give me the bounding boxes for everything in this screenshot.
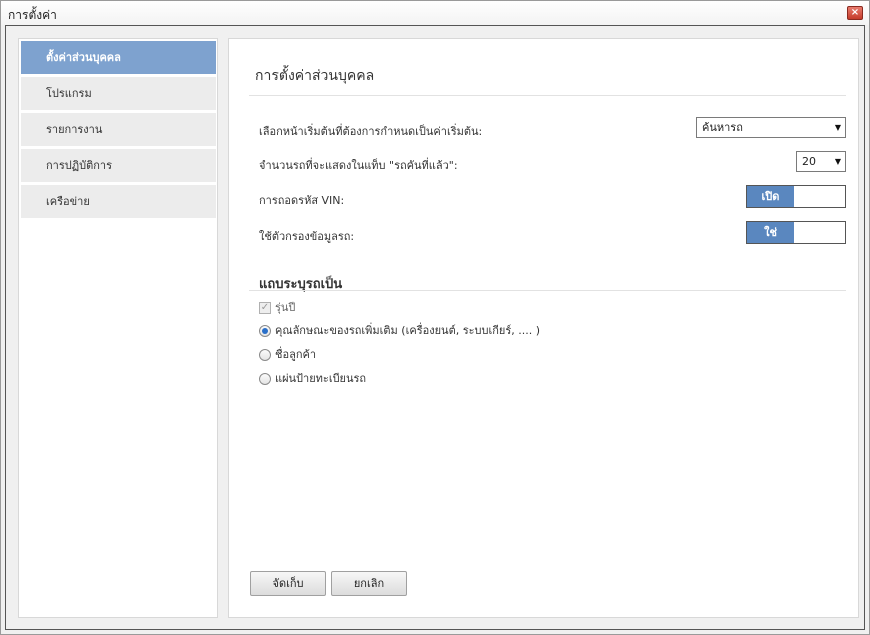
page-title: การตั้งค่าส่วนบุคคล bbox=[255, 68, 375, 84]
chevron-down-icon: ▼ bbox=[834, 123, 841, 132]
history-count-label: จำนวนรถที่จะแสดงในแท็บ "รถคันที่แล้ว": bbox=[259, 159, 458, 172]
toggle-state: ใช่ bbox=[747, 222, 794, 243]
sidebar-item-network[interactable]: เครือข่าย bbox=[21, 185, 216, 218]
vehicle-filter-label: ใช้ตัวกรองข้อมูลรถ: bbox=[259, 230, 355, 243]
toggle-state: เปิด bbox=[747, 186, 794, 207]
chevron-down-icon: ▼ bbox=[834, 157, 841, 166]
sidebar-item-label: รายการงาน bbox=[46, 123, 103, 136]
vin-decode-toggle[interactable]: เปิด bbox=[746, 185, 846, 208]
sidebar-item-label: เครือข่าย bbox=[46, 195, 90, 208]
title-divider bbox=[249, 95, 846, 96]
sidebar-item-job-list[interactable]: รายการงาน bbox=[21, 113, 216, 146]
start-page-value: ค้นหารถ bbox=[702, 121, 743, 134]
radio-label: แผ่นป้ายทะเบียนรถ bbox=[275, 372, 367, 385]
checkmark-icon: ✓ bbox=[259, 302, 271, 314]
sidebar-item-program[interactable]: โปรแกรม bbox=[21, 77, 216, 110]
sidebar: ตั้งค่าส่วนบุคคล โปรแกรม รายการงาน การปฏ… bbox=[18, 38, 218, 618]
save-button[interactable]: จัดเก็บ bbox=[250, 571, 326, 596]
radio-customer-name[interactable]: ชื่อลูกค้า bbox=[259, 347, 316, 363]
radio-button-icon bbox=[259, 373, 271, 385]
sidebar-item-personal-settings[interactable]: ตั้งค่าส่วนบุคคล bbox=[21, 41, 216, 74]
start-page-label: เลือกหน้าเริ่มต้นที่ต้องการกำหนดเป็นค่าเ… bbox=[259, 125, 483, 138]
title-bar: การตั้งค่า × bbox=[1, 1, 869, 25]
vin-decode-label: การถอดรหัส VIN: bbox=[259, 194, 345, 207]
radio-license-plate[interactable]: แผ่นป้ายทะเบียนรถ bbox=[259, 371, 366, 387]
close-icon: × bbox=[850, 7, 860, 18]
sidebar-item-label: ตั้งค่าส่วนบุคคล bbox=[46, 51, 121, 64]
window-title: การตั้งค่า bbox=[8, 8, 57, 22]
history-count-value: 20 bbox=[802, 155, 816, 168]
section-divider bbox=[249, 290, 846, 291]
sidebar-item-label: โปรแกรม bbox=[46, 87, 92, 100]
start-page-select[interactable]: ค้นหารถ ▼ bbox=[696, 117, 846, 138]
radio-label: ชื่อลูกค้า bbox=[275, 348, 317, 361]
vehicle-filter-toggle[interactable]: ใช่ bbox=[746, 221, 846, 244]
sidebar-item-operations[interactable]: การปฏิบัติการ bbox=[21, 149, 216, 182]
radio-button-icon bbox=[259, 349, 271, 361]
cancel-button[interactable]: ยกเลิก bbox=[331, 571, 407, 596]
window-client: ตั้งค่าส่วนบุคคล โปรแกรม รายการงาน การปฏ… bbox=[5, 25, 865, 630]
sidebar-item-label: การปฏิบัติการ bbox=[46, 159, 112, 172]
radio-button-icon bbox=[259, 325, 271, 337]
history-count-select[interactable]: 20 ▼ bbox=[796, 151, 846, 172]
settings-panel: การตั้งค่าส่วนบุคคล เลือกหน้าเริ่มต้นที่… bbox=[228, 38, 859, 618]
radio-label: คุณลักษณะของรถเพิ่มเติม (เครื่องยนต์, ระ… bbox=[275, 324, 541, 337]
close-button[interactable]: × bbox=[847, 6, 863, 20]
model-year-checkbox[interactable]: ✓ รุ่นปี bbox=[259, 300, 295, 316]
settings-window: การตั้งค่า × ตั้งค่าส่วนบุคคล โปรแกรม รา… bbox=[0, 0, 870, 635]
radio-vehicle-attributes[interactable]: คุณลักษณะของรถเพิ่มเติม (เครื่องยนต์, ระ… bbox=[259, 323, 540, 339]
model-year-label: รุ่นปี bbox=[275, 301, 296, 314]
